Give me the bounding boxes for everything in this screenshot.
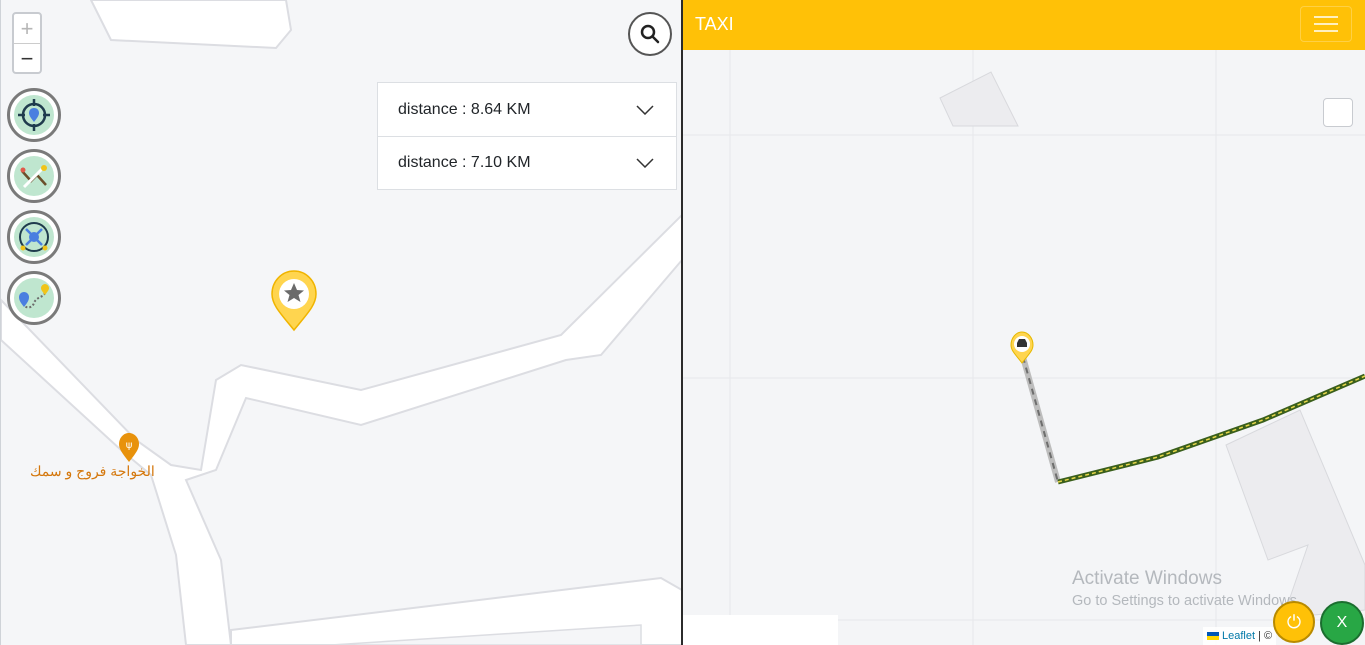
activate-subtitle: Go to Settings to activate Windows. [1072, 593, 1301, 609]
distance-label: distance : 8.64 KM [398, 100, 531, 118]
power-icon: ⏻ [1286, 611, 1302, 632]
hamburger-icon-bar [1314, 23, 1338, 25]
taxi-map-canvas[interactable] [683, 0, 1365, 645]
map-attribution: Leaflet | © [1203, 627, 1277, 645]
leaflet-link[interactable]: Leaflet [1222, 630, 1255, 642]
car-icon [1017, 339, 1027, 347]
left-map-pane[interactable]: ψ + − distance: 8.64 KM distance: 7.10… [0, 0, 682, 645]
search-button[interactable] [628, 12, 672, 56]
area-select-button[interactable] [7, 210, 61, 264]
activate-windows-watermark: Activate Windows Go to Settings to activ… [1072, 568, 1301, 609]
directions-icon [19, 284, 49, 309]
close-button[interactable]: X [1320, 601, 1364, 645]
bottom-panel [683, 615, 838, 645]
hamburger-icon-bar [1314, 30, 1338, 32]
right-taxi-pane: TAXI Activate Windows Go to Settings to … [683, 0, 1365, 645]
attribution-text: | © [1255, 630, 1273, 642]
brand-title[interactable]: TAXI [695, 14, 734, 35]
locate-button[interactable] [7, 88, 61, 142]
distance-item[interactable]: distance : 7.10 KM [378, 136, 676, 189]
hamburger-icon-bar [1314, 16, 1338, 18]
zoom-out-button[interactable]: − [14, 44, 40, 73]
option-checkbox[interactable] [1323, 98, 1353, 127]
distance-accordion: distance : 8.64 KM distance : 7.10 KM [377, 82, 677, 190]
map-building [939, 71, 1019, 127]
ukraine-flag-icon [1207, 632, 1219, 641]
activate-title: Activate Windows [1072, 568, 1222, 589]
zoom-in-button[interactable]: + [14, 14, 40, 44]
taxi-marker[interactable] [1010, 331, 1034, 364]
directions-button[interactable] [7, 271, 61, 325]
zoom-control: + − [12, 12, 42, 74]
search-icon [640, 24, 660, 44]
star-marker[interactable] [271, 270, 317, 332]
location-target-icon [18, 99, 50, 131]
close-label: X [1336, 614, 1348, 631]
menu-toggle-button[interactable] [1300, 6, 1352, 42]
distance-label: distance : 7.10 KM [398, 154, 531, 171]
chevron-down-icon [636, 104, 654, 115]
fork-knife-icon: ψ [126, 440, 133, 451]
power-button[interactable]: ⏻ [1273, 601, 1315, 643]
route-edit-icon [20, 164, 47, 189]
map-road [1, 213, 682, 645]
area-select-icon [19, 222, 49, 252]
poi-label: الخواجة فروج و سمك [30, 463, 155, 479]
distance-item[interactable]: distance : 8.64 KM [378, 83, 676, 136]
map-road [89, 0, 293, 50]
chevron-down-icon [636, 158, 654, 168]
top-navbar: TAXI [683, 0, 1365, 50]
route-edit-button[interactable] [7, 149, 61, 203]
